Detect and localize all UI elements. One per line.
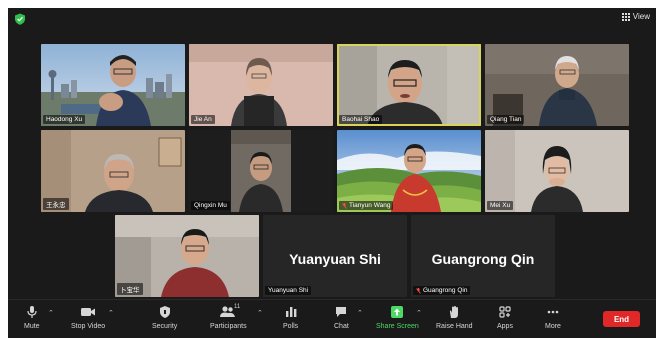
participant-name-label: Haodong Xu: [43, 115, 86, 124]
video-camera-icon: [81, 308, 96, 316]
participant-name-label: Yuanyuan Shi: [265, 286, 312, 295]
video-tile-qingxin-mu[interactable]: Qingxin Mu: [189, 130, 333, 212]
mute-label: Mute: [24, 323, 40, 330]
participant-count-badge: 11: [234, 304, 241, 310]
display-name-placeholder: Guangrong Qin: [431, 251, 535, 267]
more-button[interactable]: More: [545, 305, 561, 330]
participants-options-caret[interactable]: ⌃: [257, 309, 263, 317]
share-screen-button[interactable]: Share Screen: [376, 305, 419, 330]
video-options-caret[interactable]: ⌃: [108, 309, 114, 317]
apps-icon: [499, 306, 511, 318]
stop-video-button[interactable]: Stop Video: [71, 305, 105, 330]
microphone-muted-icon: [342, 202, 347, 209]
zoom-meeting-window: View Haodong Xu Jie An Baohai Shao Qiang…: [8, 8, 656, 338]
polls-label: Polls: [283, 323, 299, 330]
video-tile-baohai-shao[interactable]: Baohai Shao: [337, 44, 481, 126]
meeting-toolbar: Mute ⌃ Stop Video ⌃ Security Participant…: [8, 299, 656, 338]
participants-label: Participants: [210, 323, 247, 330]
participant-name-label: Tianyun Wang: [339, 201, 394, 210]
participants-button[interactable]: Participants 11: [210, 304, 247, 330]
raise-hand-button[interactable]: Raise Hand: [436, 305, 473, 330]
video-tile-tianyun-wang[interactable]: Tianyun Wang: [337, 130, 481, 212]
video-tile-jie-an[interactable]: Jie An: [189, 44, 333, 126]
more-label: More: [545, 323, 561, 330]
video-tile-yuanyuan-shi[interactable]: Yuanyuan Shi Yuanyuan Shi: [263, 215, 407, 297]
chat-options-caret[interactable]: ⌃: [357, 309, 363, 317]
microphone-icon: [27, 306, 37, 318]
participant-name-label: 王永忠: [43, 198, 69, 210]
video-tile-wang-yongzhong[interactable]: 王永忠: [41, 130, 185, 212]
participant-name-label: Qingxin Mu: [191, 201, 230, 210]
encryption-shield-icon[interactable]: [14, 13, 26, 25]
participant-video: [189, 44, 333, 126]
participant-name-label: Baohai Shao: [339, 115, 383, 124]
participant-video: [189, 130, 333, 212]
participant-video: [337, 130, 481, 212]
raise-hand-label: Raise Hand: [436, 323, 473, 330]
video-tile-qiang-tian[interactable]: Qiang Tian: [485, 44, 629, 126]
chat-label: Chat: [334, 323, 349, 330]
more-ellipsis-icon: [547, 310, 559, 314]
security-button[interactable]: Security: [152, 305, 177, 330]
stop-video-label: Stop Video: [71, 323, 106, 330]
display-name-placeholder: Yuanyuan Shi: [289, 251, 381, 267]
video-tile-guangrong-qin[interactable]: Guangrong Qin Guangrong Qin: [411, 215, 555, 297]
polls-bar-chart-icon: [285, 307, 296, 317]
apps-button[interactable]: Apps: [497, 305, 513, 330]
end-meeting-button[interactable]: End: [603, 311, 640, 327]
participant-name-label: Jie An: [191, 115, 215, 124]
chat-bubble-icon: [336, 307, 347, 317]
security-label: Security: [152, 323, 178, 330]
participant-video: [485, 130, 629, 212]
mute-button[interactable]: Mute: [24, 305, 40, 330]
participant-video: [337, 44, 481, 126]
apps-label: Apps: [497, 323, 513, 330]
participant-name-label: Qiang Tian: [487, 115, 525, 124]
view-label: View: [632, 12, 650, 21]
gallery-grid-icon: [621, 12, 630, 21]
microphone-muted-icon: [416, 287, 421, 294]
security-shield-icon: [159, 306, 170, 318]
audio-options-caret[interactable]: ⌃: [48, 309, 54, 317]
polls-button[interactable]: Polls: [283, 305, 298, 330]
video-tile-mei-xu[interactable]: Mei Xu: [485, 130, 629, 212]
chat-button[interactable]: Chat: [334, 305, 349, 330]
participant-name-label: 卜宝华: [117, 283, 143, 295]
participant-name-label: Guangrong Qin: [413, 286, 471, 295]
share-screen-arrow-icon: [391, 306, 404, 318]
share-options-caret[interactable]: ⌃: [416, 309, 422, 317]
participant-name-label: Mei Xu: [487, 201, 514, 210]
view-button[interactable]: View: [621, 12, 650, 21]
share-screen-label: Share Screen: [376, 323, 419, 330]
video-tile-bu-baohua[interactable]: 卜宝华: [115, 215, 259, 297]
raise-hand-icon: [450, 306, 459, 318]
participant-video: [485, 44, 629, 126]
participant-video: [41, 44, 185, 126]
video-tile-haodong-xu[interactable]: Haodong Xu: [41, 44, 185, 126]
